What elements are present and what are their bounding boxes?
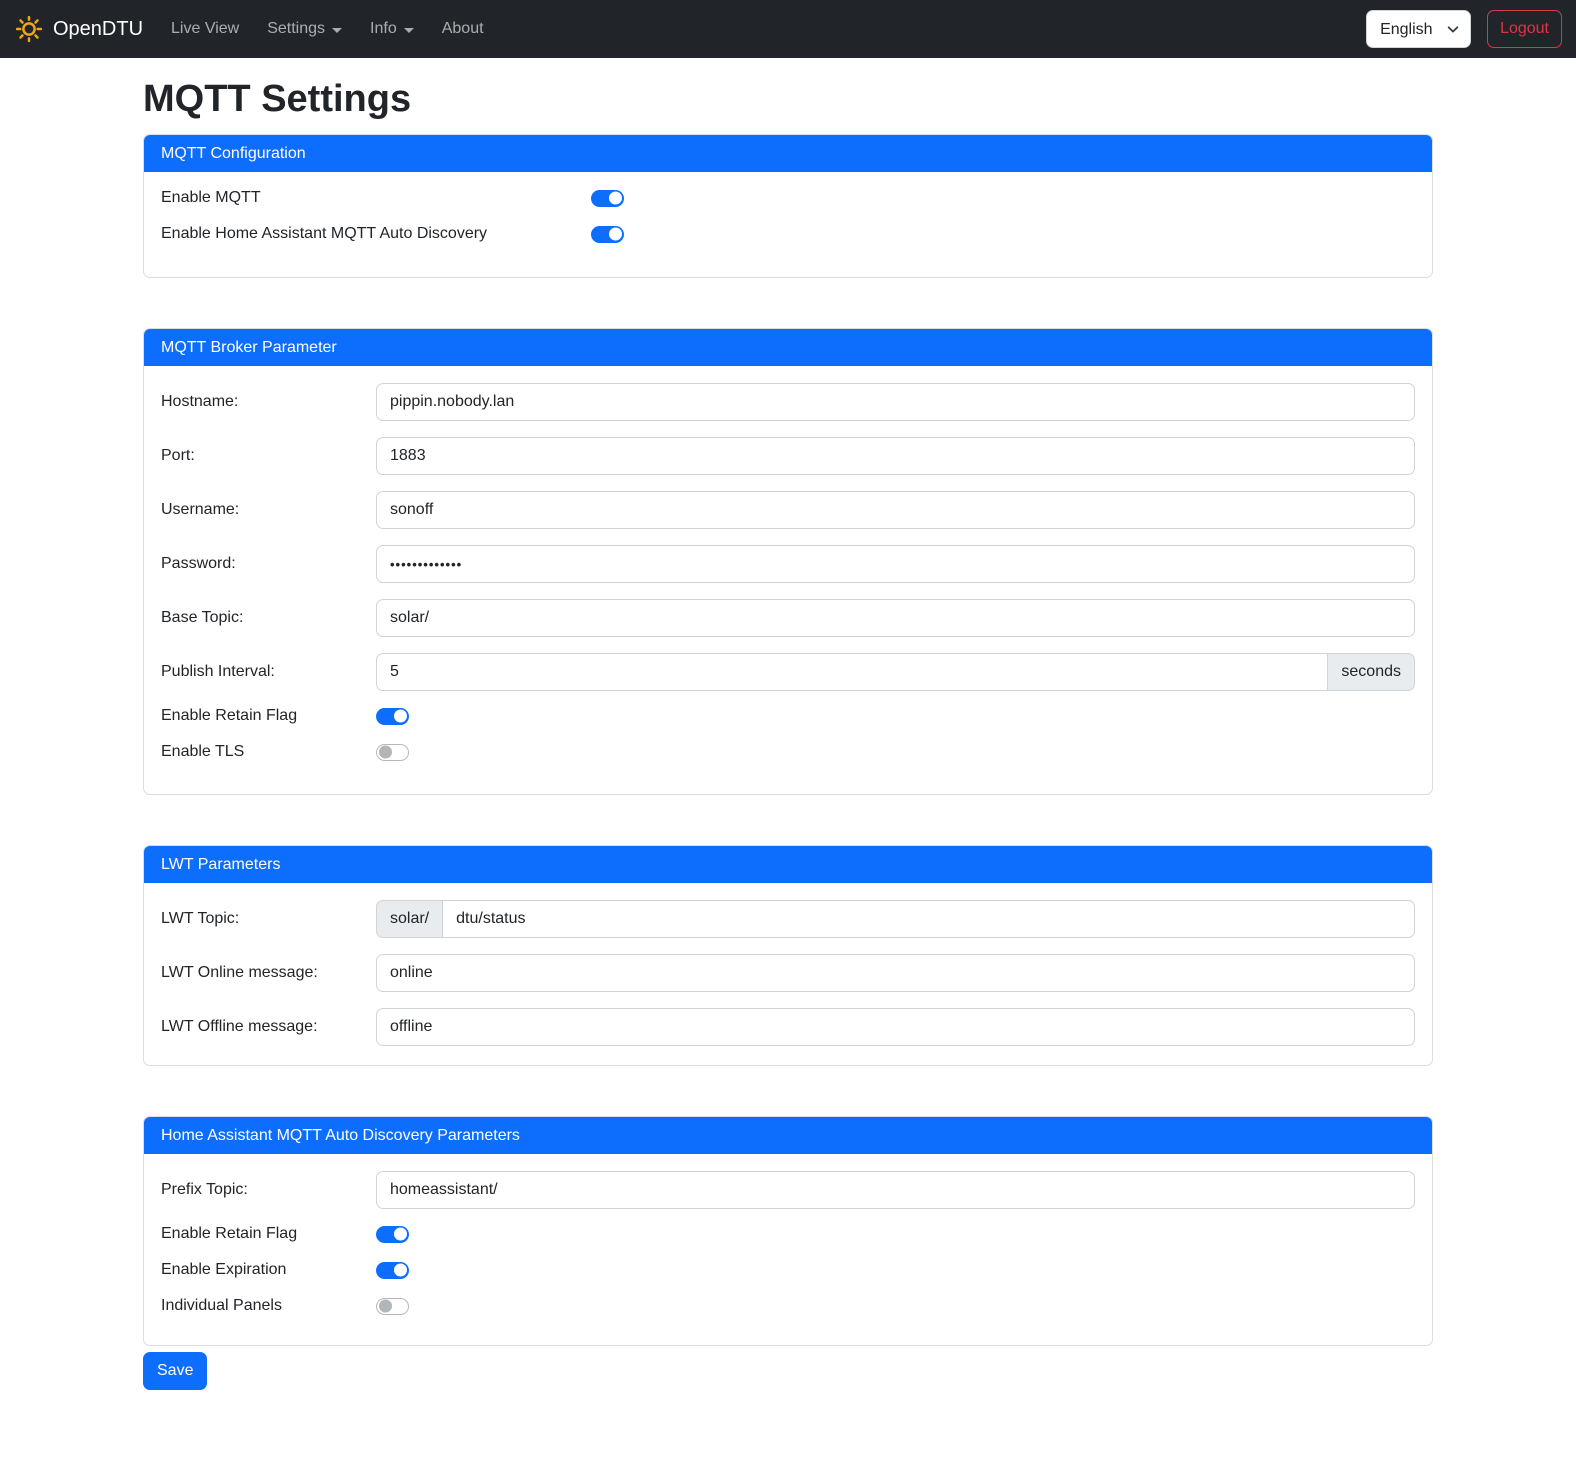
ha-retain-flag-label: Enable Retain Flag	[161, 1225, 376, 1243]
port-input[interactable]	[376, 437, 1415, 475]
base-topic-input[interactable]	[376, 599, 1415, 637]
language-select[interactable]: English	[1366, 10, 1471, 48]
nav-item-live-view[interactable]: Live View	[157, 12, 253, 46]
publish-interval-label: Publish Interval:	[161, 663, 376, 681]
save-button[interactable]: Save	[143, 1352, 207, 1390]
base-topic-label: Base Topic:	[161, 609, 376, 627]
lwt-topic-prefix: solar/	[376, 900, 443, 938]
mqtt-configuration-card-header: MQTT Configuration	[144, 135, 1432, 172]
sun-logo-icon	[14, 14, 44, 44]
caret-down-icon	[332, 28, 342, 33]
hostname-label: Hostname:	[161, 393, 376, 411]
broker-retain-flag-label: Enable Retain Flag	[161, 707, 376, 725]
nav-item-label: Live View	[171, 20, 239, 38]
lwt-topic-label: LWT Topic:	[161, 910, 376, 928]
lwt-topic-input[interactable]	[442, 900, 1415, 938]
navbar: OpenDTU Live View Settings Info About En…	[0, 0, 1576, 58]
prefix-topic-label: Prefix Topic:	[161, 1181, 376, 1199]
mqtt-broker-parameter-card-header: MQTT Broker Parameter	[144, 329, 1432, 366]
port-label: Port:	[161, 447, 376, 465]
lwt-offline-message-label: LWT Offline message:	[161, 1018, 376, 1036]
enable-tls-label: Enable TLS	[161, 743, 376, 761]
username-input[interactable]	[376, 491, 1415, 529]
publish-interval-unit: seconds	[1327, 653, 1415, 691]
hostname-input[interactable]	[376, 383, 1415, 421]
brand-label: OpenDTU	[53, 18, 143, 41]
ha-retain-flag-toggle[interactable]	[376, 1226, 409, 1243]
lwt-parameters-card: LWT Parameters LWT Topic: solar/ LWT Onl…	[143, 845, 1433, 1066]
enable-ha-discovery-label: Enable Home Assistant MQTT Auto Discover…	[161, 225, 591, 243]
lwt-online-message-input[interactable]	[376, 954, 1415, 992]
lwt-offline-message-input[interactable]	[376, 1008, 1415, 1046]
enable-ha-discovery-toggle[interactable]	[591, 226, 624, 243]
individual-panels-toggle[interactable]	[376, 1298, 409, 1315]
enable-expiration-label: Enable Expiration	[161, 1261, 376, 1279]
lwt-parameters-card-header: LWT Parameters	[144, 846, 1432, 883]
logout-button[interactable]: Logout	[1487, 10, 1562, 48]
enable-mqtt-toggle[interactable]	[591, 190, 624, 207]
enable-mqtt-label: Enable MQTT	[161, 189, 591, 207]
enable-tls-toggle[interactable]	[376, 744, 409, 761]
nav-item-about[interactable]: About	[428, 12, 498, 46]
nav-item-label: About	[442, 20, 484, 38]
main-content: MQTT Settings MQTT Configuration Enable …	[143, 78, 1433, 1410]
mqtt-broker-parameter-card: MQTT Broker Parameter Hostname: Port: Us…	[143, 328, 1433, 795]
nav-item-label: Info	[370, 20, 397, 38]
caret-down-icon	[404, 28, 414, 33]
mqtt-configuration-card: MQTT Configuration Enable MQTT Enable Ho…	[143, 134, 1433, 278]
nav-links: Live View Settings Info About	[157, 12, 498, 46]
nav-item-info[interactable]: Info	[356, 12, 428, 46]
ha-discovery-parameters-card: Home Assistant MQTT Auto Discovery Param…	[143, 1116, 1433, 1346]
password-label: Password:	[161, 555, 376, 573]
brand-link[interactable]: OpenDTU	[14, 14, 143, 44]
individual-panels-label: Individual Panels	[161, 1297, 376, 1315]
nav-item-label: Settings	[267, 20, 325, 38]
enable-expiration-toggle[interactable]	[376, 1262, 409, 1279]
page-title: MQTT Settings	[143, 78, 1433, 121]
username-label: Username:	[161, 501, 376, 519]
publish-interval-input[interactable]	[376, 653, 1328, 691]
prefix-topic-input[interactable]	[376, 1171, 1415, 1209]
lwt-online-message-label: LWT Online message:	[161, 964, 376, 982]
ha-discovery-parameters-card-header: Home Assistant MQTT Auto Discovery Param…	[144, 1117, 1432, 1154]
broker-retain-flag-toggle[interactable]	[376, 708, 409, 725]
password-input[interactable]	[376, 545, 1415, 583]
nav-item-settings[interactable]: Settings	[253, 12, 356, 46]
